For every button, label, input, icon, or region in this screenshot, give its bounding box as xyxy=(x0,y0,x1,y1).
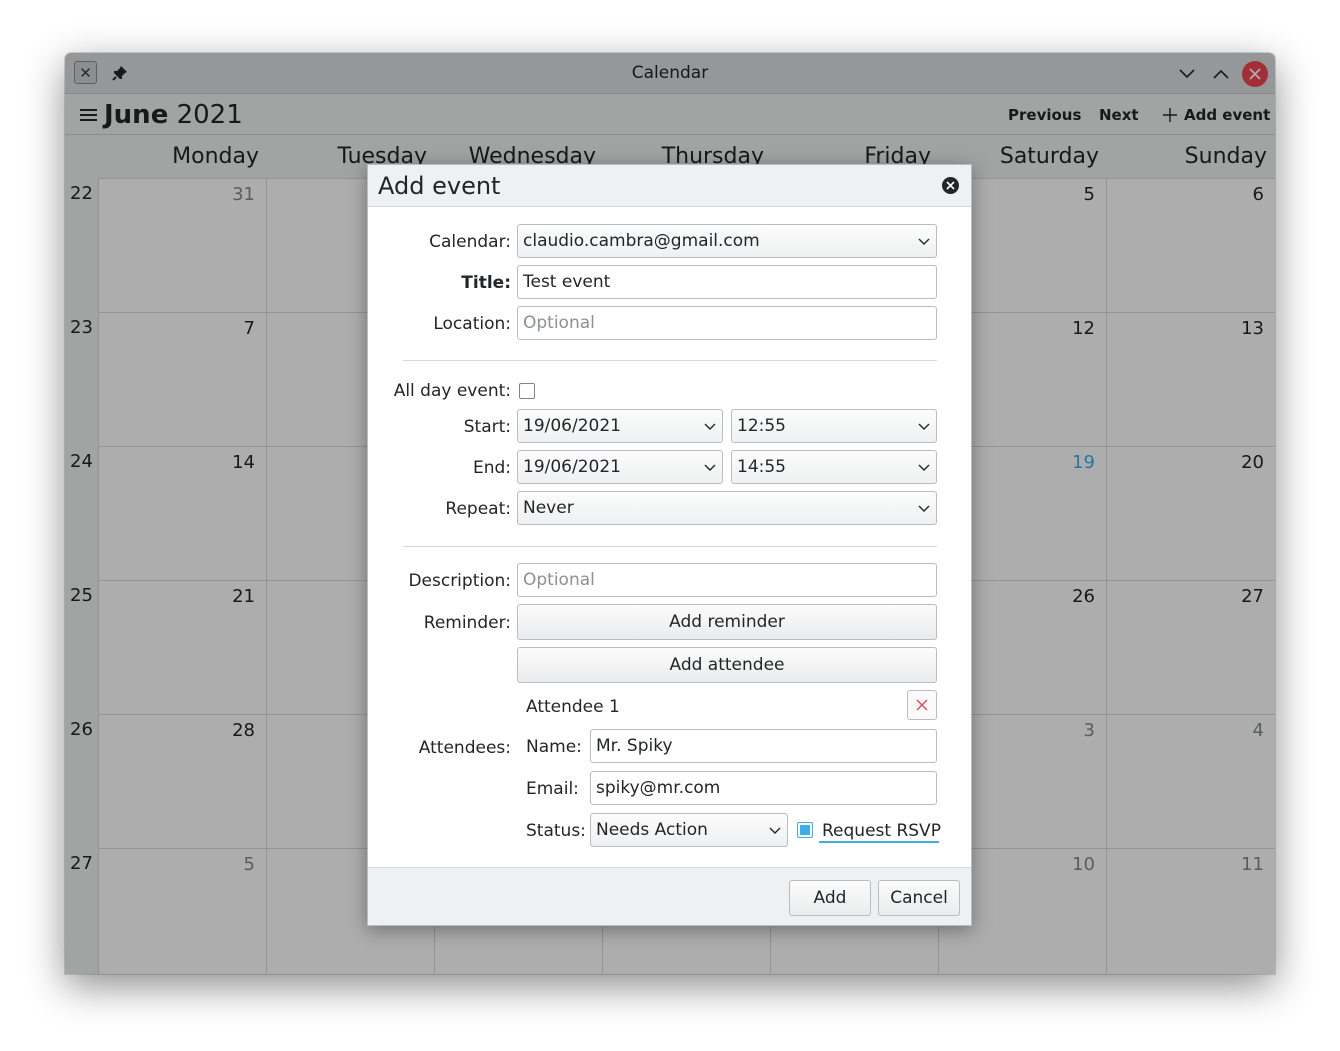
dialog-title: Add event xyxy=(378,172,501,200)
description-label: Description: xyxy=(408,571,511,591)
end-time-value: 14:55 xyxy=(737,457,786,477)
close-icon xyxy=(946,181,955,190)
request-rsvp-label[interactable]: Request RSVP xyxy=(822,821,941,841)
title-label: Title: xyxy=(461,273,511,293)
chevron-down-icon xyxy=(918,423,930,430)
attendee-status-label: Status: xyxy=(526,821,586,841)
start-time-value: 12:55 xyxy=(737,416,786,436)
start-date-value: 19/06/2021 xyxy=(523,416,621,436)
dialog-header: Add event xyxy=(368,165,971,207)
repeat-label: Repeat: xyxy=(445,499,511,519)
chevron-down-icon xyxy=(704,423,716,430)
attendee-status-value: Needs Action xyxy=(596,820,708,840)
reminder-label: Reminder: xyxy=(423,613,511,633)
end-date-value: 19/06/2021 xyxy=(523,457,621,477)
calendar-window: ✕ Calendar June 2021 Previous Next Add e… xyxy=(65,53,1275,974)
attendee-status-select[interactable]: Needs Action xyxy=(590,813,788,847)
start-label: Start: xyxy=(463,417,511,437)
dialog-close-button[interactable] xyxy=(942,177,959,194)
attendee-heading: Attendee 1 xyxy=(526,697,620,717)
end-label: End: xyxy=(472,458,511,478)
location-label: Location: xyxy=(433,314,511,334)
location-input[interactable]: Optional xyxy=(517,306,937,340)
add-event-dialog: Add event Calendar: claudio.cambra@gmail… xyxy=(367,164,972,926)
attendee-name-label: Name: xyxy=(526,737,582,757)
dialog-footer: Add Cancel xyxy=(368,867,971,925)
separator xyxy=(403,360,937,361)
add-button[interactable]: Add xyxy=(789,880,871,916)
chevron-down-icon xyxy=(769,827,781,834)
focus-underline xyxy=(819,841,939,843)
add-attendee-button[interactable]: Add attendee xyxy=(517,647,937,683)
attendee-email-label: Email: xyxy=(526,779,579,799)
all-day-checkbox[interactable] xyxy=(519,383,535,399)
description-input[interactable]: Optional xyxy=(517,563,937,597)
all-day-label: All day event: xyxy=(393,381,511,401)
end-date-select[interactable]: 19/06/2021 xyxy=(517,450,723,484)
remove-attendee-button[interactable] xyxy=(907,690,937,720)
chevron-down-icon xyxy=(918,238,930,245)
add-reminder-button[interactable]: Add reminder xyxy=(517,604,937,640)
attendees-label: Attendees: xyxy=(418,738,511,758)
start-time-select[interactable]: 12:55 xyxy=(731,409,937,443)
calendar-value: claudio.cambra@gmail.com xyxy=(523,231,760,251)
request-rsvp-checkbox[interactable] xyxy=(797,822,813,838)
separator xyxy=(403,546,937,547)
start-date-select[interactable]: 19/06/2021 xyxy=(517,409,723,443)
title-input[interactable]: Test event xyxy=(517,265,937,299)
attendee-email-input[interactable]: spiky@mr.com xyxy=(590,771,937,805)
close-icon xyxy=(916,699,928,711)
calendar-select[interactable]: claudio.cambra@gmail.com xyxy=(517,224,937,258)
calendar-label: Calendar: xyxy=(429,232,511,252)
repeat-select[interactable]: Never xyxy=(517,491,937,525)
repeat-value: Never xyxy=(523,498,574,518)
chevron-down-icon xyxy=(918,464,930,471)
chevron-down-icon xyxy=(704,464,716,471)
cancel-button[interactable]: Cancel xyxy=(878,880,960,916)
end-time-select[interactable]: 14:55 xyxy=(731,450,937,484)
chevron-down-icon xyxy=(918,505,930,512)
attendee-name-input[interactable]: Mr. Spiky xyxy=(590,729,937,763)
